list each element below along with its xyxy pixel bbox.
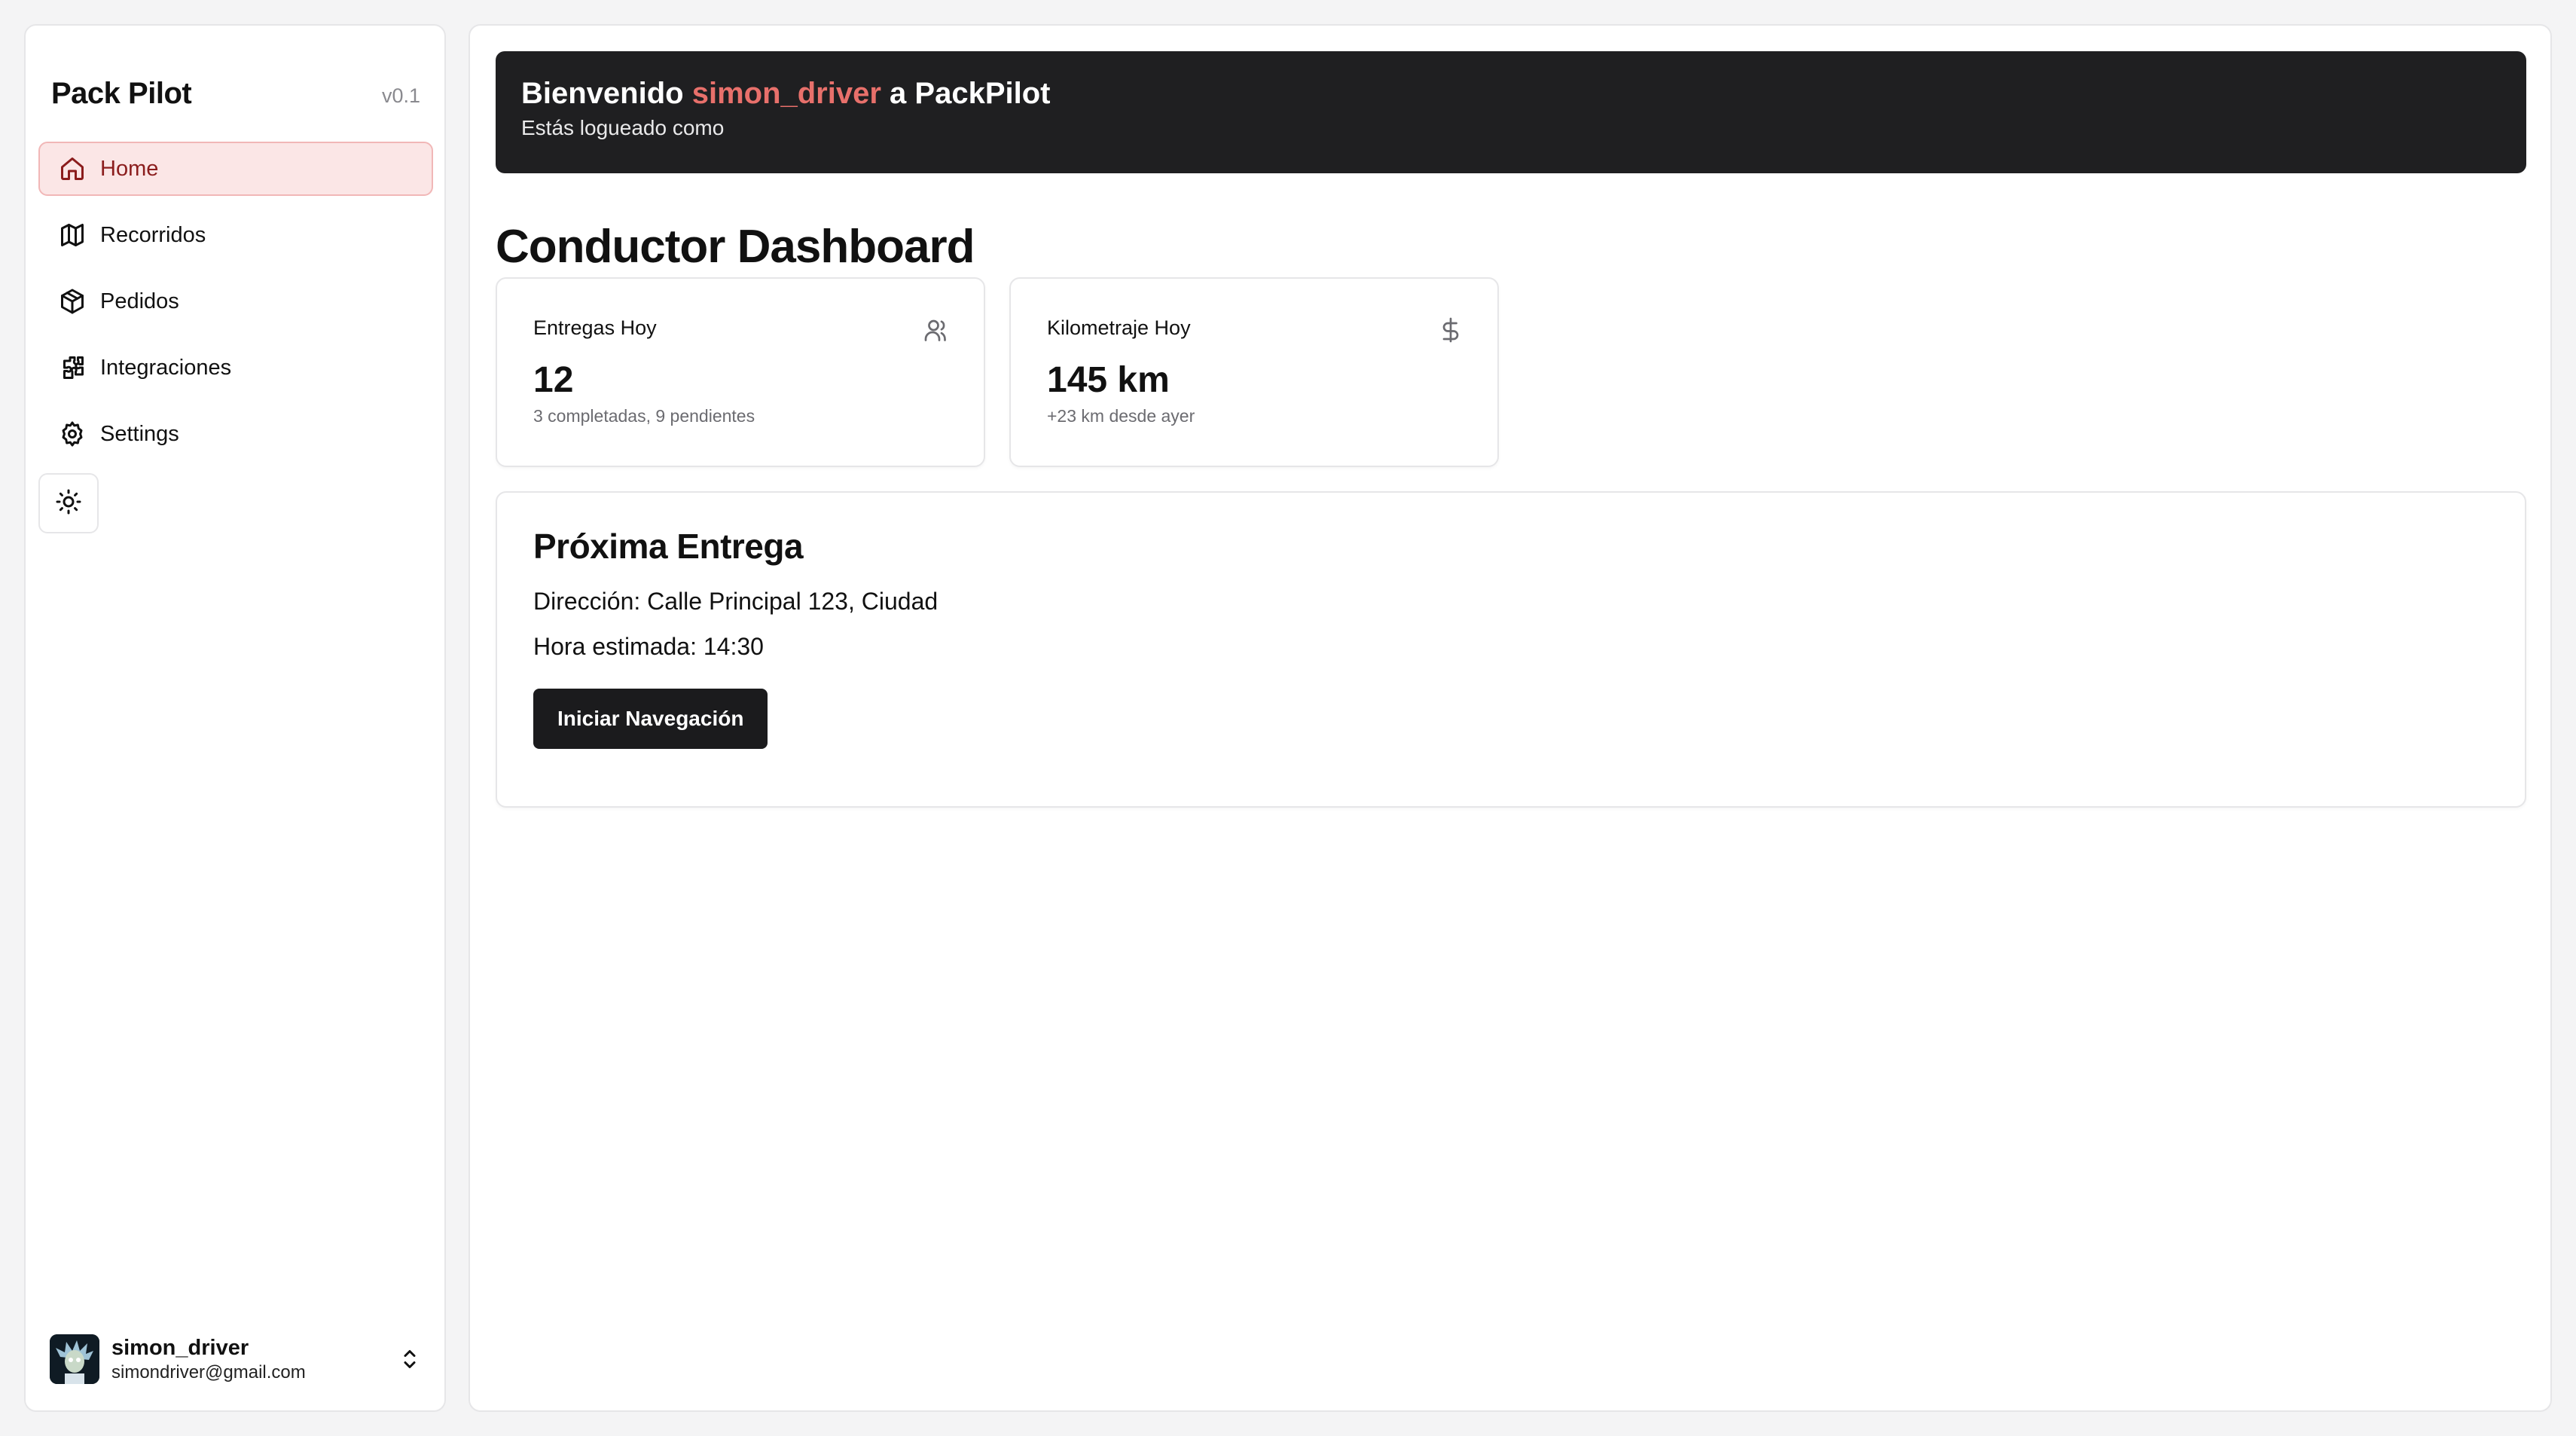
app-window: Pack Pilot v0.1 Home Recorridos Pedidos xyxy=(0,0,2576,1436)
sidebar-item-label: Home xyxy=(100,156,159,181)
sidebar-item-pedidos[interactable]: Pedidos xyxy=(38,274,433,328)
map-icon xyxy=(58,221,87,249)
users-icon xyxy=(923,316,951,344)
main-content: Bienvenido simon_driver a PackPilot Está… xyxy=(469,24,2552,1412)
welcome-suffix: a PackPilot xyxy=(881,77,1051,110)
welcome-subtitle: Estás logueado como xyxy=(521,116,725,139)
sun-icon xyxy=(55,488,82,519)
sidebar-item-label: Pedidos xyxy=(100,289,179,313)
user-name: simon_driver xyxy=(111,1336,249,1360)
sidebar-item-label: Settings xyxy=(100,421,179,446)
sidebar-item-recorridos[interactable]: Recorridos xyxy=(38,208,433,262)
package-icon xyxy=(58,287,87,316)
next-delivery-title: Próxima Entrega xyxy=(533,527,804,566)
welcome-username: simon_driver xyxy=(691,77,881,110)
delivery-eta: Hora estimada: 14:30 xyxy=(533,633,764,660)
sidebar-item-label: Recorridos xyxy=(100,222,206,247)
sidebar-item-label: Integraciones xyxy=(100,355,232,380)
welcome-prefix: Bienvenido xyxy=(521,77,692,110)
sidebar-nav: Home Recorridos Pedidos Integraciones Se… xyxy=(38,142,433,473)
stat-subtext: +23 km desde ayer xyxy=(1047,406,1195,426)
sidebar: Pack Pilot v0.1 Home Recorridos Pedidos xyxy=(24,24,446,1412)
avatar xyxy=(50,1334,99,1384)
stat-card-entregas: Entregas Hoy 12 3 completadas, 9 pendien… xyxy=(496,277,985,467)
page-title: Conductor Dashboard xyxy=(496,221,975,273)
next-delivery-card: Próxima Entrega Dirección: Calle Princip… xyxy=(496,491,2526,808)
dollar-icon xyxy=(1437,316,1464,344)
puzzle-icon xyxy=(58,353,87,382)
start-navigation-button[interactable]: Iniciar Navegación xyxy=(533,689,768,749)
version-label: v0.1 xyxy=(381,84,420,107)
sidebar-item-settings[interactable]: Settings xyxy=(38,407,433,461)
user-menu[interactable]: simon_driver simondriver@gmail.com xyxy=(50,1331,423,1388)
chevron-up-down-icon[interactable] xyxy=(396,1341,423,1377)
stat-label: Kilometraje Hoy xyxy=(1047,316,1191,339)
stat-card-kilometraje: Kilometraje Hoy 145 km +23 km desde ayer xyxy=(1009,277,1499,467)
welcome-title: Bienvenido simon_driver a PackPilot xyxy=(521,74,2501,113)
stat-value: 145 km xyxy=(1047,360,1170,400)
theme-toggle-button[interactable] xyxy=(38,473,99,533)
sidebar-item-home[interactable]: Home xyxy=(38,142,433,196)
user-email: simondriver@gmail.com xyxy=(111,1362,306,1383)
delivery-address: Dirección: Calle Principal 123, Ciudad xyxy=(533,588,939,615)
gear-icon xyxy=(58,420,87,448)
stat-label: Entregas Hoy xyxy=(533,316,657,339)
stat-subtext: 3 completadas, 9 pendientes xyxy=(533,406,755,426)
home-icon xyxy=(58,154,87,183)
stat-value: 12 xyxy=(533,360,574,400)
brand-title: Pack Pilot xyxy=(51,77,192,110)
sidebar-item-integraciones[interactable]: Integraciones xyxy=(38,341,433,395)
welcome-banner: Bienvenido simon_driver a PackPilot Está… xyxy=(496,51,2526,173)
